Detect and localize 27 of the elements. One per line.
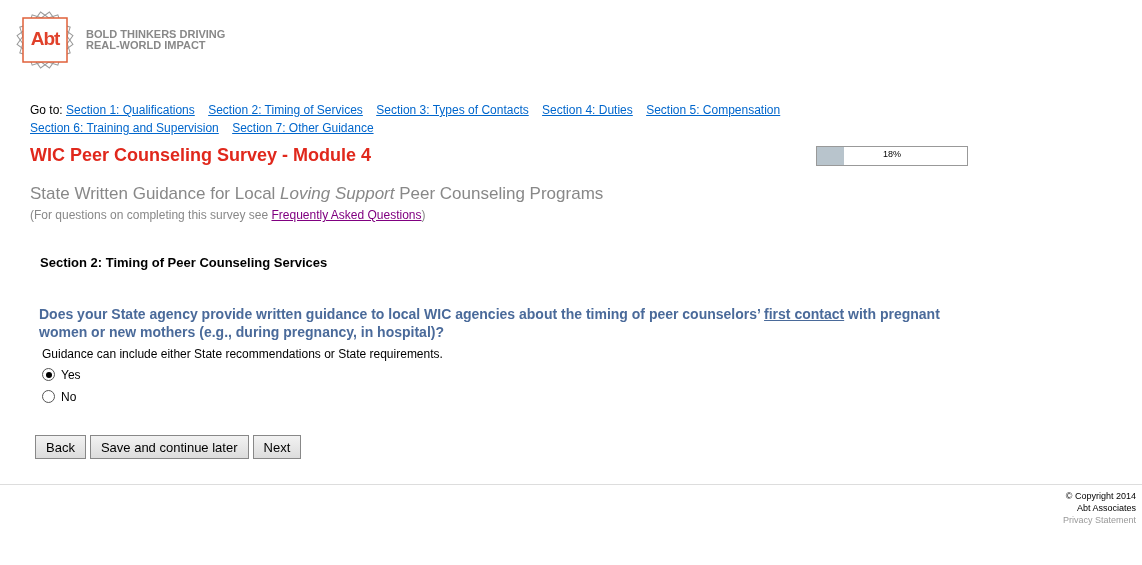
- survey-title: WIC Peer Counseling Survey - Module 4: [30, 145, 373, 166]
- tagline: BOLD THINKERS DRIVING REAL-WORLD IMPACT: [86, 29, 226, 51]
- section-link[interactable]: Section 1: Qualifications: [66, 103, 195, 117]
- section-link[interactable]: Section 6: Training and Supervision: [30, 121, 219, 135]
- section-link[interactable]: Section 7: Other Guidance: [232, 121, 374, 135]
- company-name: Abt Associates: [1075, 502, 1136, 514]
- subtitle: State Written Guidance for Local Loving Support Peer Counseling Programs: [30, 184, 605, 204]
- nav-button[interactable]: Save and continue later: [89, 435, 249, 459]
- section-heading: Section 2: Timing of Peer Counseling Services: [40, 255, 329, 270]
- section-link[interactable]: Section 2: Timing of Services: [208, 103, 363, 117]
- section-link[interactable]: Section 4: Duties: [542, 103, 633, 117]
- nav-label: Go to:: [30, 103, 64, 117]
- section-link[interactable]: Section 5: Compensation: [646, 103, 781, 117]
- radio-button[interactable]: [42, 368, 55, 381]
- privacy-link[interactable]: Privacy Statement: [0, 514, 1136, 526]
- radio-button[interactable]: [42, 390, 55, 403]
- nav-button[interactable]: Next: [252, 435, 302, 459]
- faq-link[interactable]: Frequently Asked Questions: [271, 208, 422, 222]
- hint-text: Guidance can include either State recommendations or State requirements.: [42, 347, 444, 361]
- nav-button[interactable]: Back: [35, 435, 86, 459]
- option-label[interactable]: Yes: [61, 367, 81, 382]
- help-text: (For questions on completing this survey see Frequently Asked Questions): [30, 208, 427, 222]
- progress-reading: 18%: [882, 148, 902, 159]
- copyright-text: © Copyright 2014: [1064, 490, 1136, 502]
- question-text: Does your State agency provide written guidance to local WIC agencies about the timing of peer counselors’ first contact with pregnant women or new mothers (e.g., during pregnancy, in hospital)?: [39, 305, 941, 341]
- section-link[interactable]: Section 3: Types of Contacts: [376, 103, 529, 117]
- option-label[interactable]: No: [61, 389, 77, 404]
